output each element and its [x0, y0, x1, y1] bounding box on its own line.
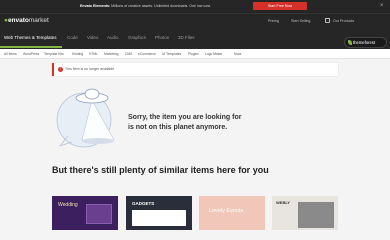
- pricing-link[interactable]: Pricing: [268, 19, 279, 23]
- item-thumbnail-webly[interactable]: WEBLY: [272, 196, 338, 230]
- item-thumbnail-wedding[interactable]: Wedding: [52, 196, 118, 230]
- promo-bar: Envato Elements: Millions of creative as…: [0, 0, 390, 13]
- leaf-icon: [348, 40, 352, 45]
- tab-graphics[interactable]: Graphics: [128, 35, 146, 40]
- themeforest-badge[interactable]: themeforest: [344, 37, 387, 48]
- tab-code[interactable]: Code: [67, 35, 78, 40]
- item-thumbnail-gadgets[interactable]: GADGETS: [126, 196, 192, 230]
- subnav-hosting[interactable]: Hosting: [72, 52, 83, 56]
- thumbnail-preview: [132, 210, 186, 226]
- subnav-html[interactable]: HTML: [89, 52, 98, 56]
- item-unavailable-notice: ! This item is no longer available: [52, 63, 338, 76]
- subnav-plugins[interactable]: Plugins: [188, 52, 199, 56]
- subnav-all-items[interactable]: All Items: [4, 52, 17, 56]
- similar-items-heading: But there's still plenty of similar item…: [52, 165, 269, 175]
- error-line-2: is not on this planet anymore.: [128, 123, 228, 131]
- our-products-link[interactable]: Our Products: [333, 19, 354, 23]
- subnav-wordpress[interactable]: WordPress: [23, 52, 39, 56]
- ufo-illustration: [56, 88, 115, 148]
- promo-message: Envato Elements: Millions of creative as…: [80, 4, 211, 8]
- thumbnail-title: GADGETS: [132, 201, 155, 206]
- error-message: Sorry, the item you are looking for is n…: [128, 113, 241, 132]
- tab-video[interactable]: Video: [87, 35, 98, 40]
- active-tab-indicator: [0, 46, 62, 48]
- start-free-button[interactable]: Start Free Now: [253, 2, 307, 10]
- promo-text: Millions of creative assets. Unlimited d…: [111, 4, 212, 8]
- thumbnail-title: Lovely Events: [209, 208, 244, 214]
- subnav-ui-templates[interactable]: UI Templates: [162, 52, 181, 56]
- subnav-ecommerce[interactable]: eCommerce: [138, 52, 156, 56]
- promo-brand: Envato Elements:: [80, 4, 111, 8]
- envato-logo[interactable]: ●envatomarket: [4, 17, 49, 24]
- tab-photos[interactable]: Photos: [155, 35, 169, 40]
- subnav-marketing[interactable]: Marketing: [104, 52, 118, 56]
- alert-icon: !: [58, 67, 63, 72]
- notice-text: This item is no longer available: [65, 67, 115, 71]
- error-line-1: Sorry, the item you are looking for: [128, 114, 242, 121]
- subnav-template-kits[interactable]: Template Kits: [44, 52, 64, 56]
- thumbnail-preview: [86, 204, 112, 224]
- tab-web-themes[interactable]: Web Themes & Templates: [4, 35, 57, 40]
- market-header: ●envatomarket Pricing Start Selling Our …: [0, 13, 390, 28]
- close-icon[interactable]: ×: [380, 2, 384, 10]
- tab-audio[interactable]: Audio: [107, 35, 119, 40]
- subnav-cms[interactable]: CMS: [125, 52, 132, 56]
- cart-icon[interactable]: [325, 18, 330, 23]
- start-selling-link[interactable]: Start Selling: [291, 19, 310, 23]
- thumbnail-title: WEBLY: [276, 200, 291, 205]
- sub-nav: All Items WordPress Template Kits Hostin…: [0, 49, 390, 59]
- subnav-more[interactable]: More: [234, 52, 242, 56]
- thumbnail-title: Wedding: [58, 202, 78, 208]
- item-thumbnail-lovely-events[interactable]: Lovely Events: [199, 196, 265, 230]
- subnav-logo-maker[interactable]: Logo Maker: [205, 52, 222, 56]
- tab-3d-files[interactable]: 3D Files: [178, 35, 195, 40]
- category-nav: Web Themes & Templates Code Video Audio …: [0, 28, 390, 49]
- thumbnail-preview: [298, 202, 334, 228]
